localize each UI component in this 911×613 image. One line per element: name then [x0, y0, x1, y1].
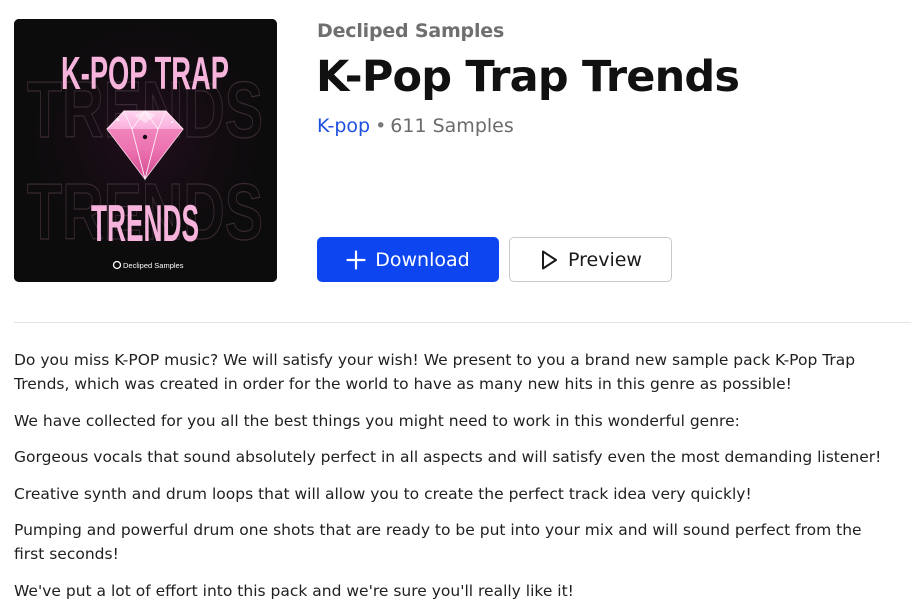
description-paragraph: Creative synth and drum loops that will … [14, 484, 752, 503]
plus-icon [346, 249, 366, 270]
preview-label: Preview [568, 248, 642, 271]
preview-button[interactable]: Preview [509, 237, 672, 282]
pack-cover-art[interactable]: TRENDS TRENDS K-POP TRAP TRENDS Decliped… [14, 19, 277, 282]
description-paragraph: Do you miss K-POP music? We will satisfy… [14, 351, 856, 393]
section-divider [14, 322, 911, 323]
description-paragraph: Pumping and powerful drum one shots that… [14, 521, 862, 563]
pack-title: K-Pop Trap Trends [316, 52, 740, 102]
meta-separator: • [375, 115, 387, 137]
description-paragraph: Gorgeous vocals that sound absolutely pe… [14, 448, 882, 466]
description-paragraph: We've put a lot of effort into this pack… [14, 581, 574, 600]
cover-brand-label: Decliped Samples [123, 261, 184, 270]
cover-title-line2: TRENDS [91, 195, 199, 253]
sample-count: 611 Samples [390, 115, 514, 137]
pack-meta: K-pop • 611 Samples [317, 113, 514, 139]
download-button[interactable]: Download [317, 237, 499, 282]
pack-description: Do you miss K-POP music? We will satisfy… [14, 348, 894, 613]
cover-artwork-graphic: TRENDS TRENDS K-POP TRAP TRENDS Decliped… [14, 19, 277, 282]
publisher-name[interactable]: Decliped Samples [317, 20, 504, 42]
play-icon [539, 249, 559, 271]
genre-link[interactable]: K-pop [317, 115, 370, 137]
download-label: Download [375, 248, 470, 271]
description-paragraph: We have collected for you all the best t… [14, 411, 740, 430]
cover-title-line1: K-POP TRAP [61, 47, 229, 99]
sample-pack-page: TRENDS TRENDS K-POP TRAP TRENDS Decliped… [0, 0, 911, 613]
